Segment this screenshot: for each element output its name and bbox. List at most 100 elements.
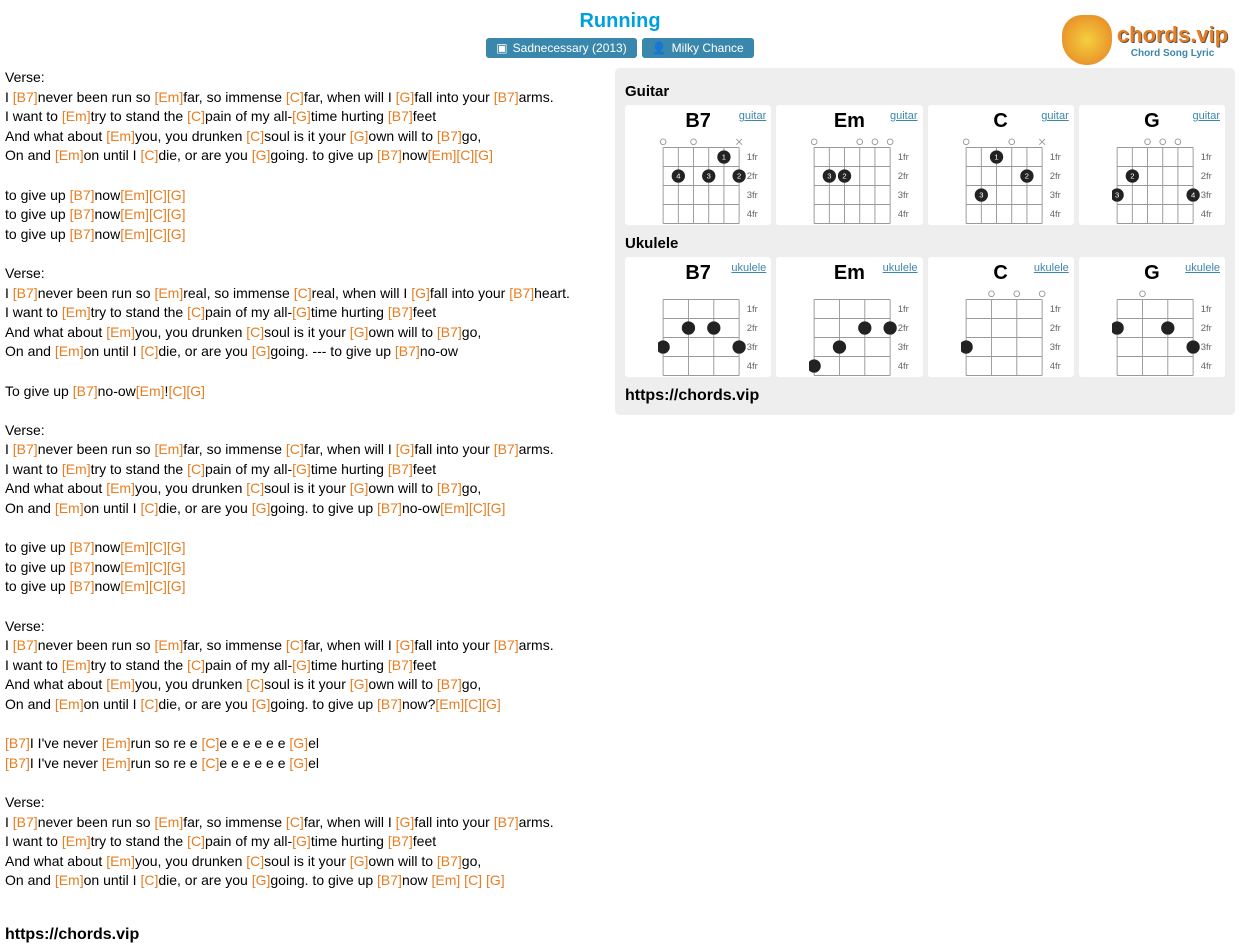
chord-token[interactable]: [C] — [201, 735, 219, 751]
chord-token[interactable]: [G] — [252, 500, 271, 516]
chord-token[interactable]: [Em] — [136, 383, 165, 399]
chord-token[interactable]: [B7] — [5, 735, 30, 751]
footer-url[interactable]: https://chords.vip — [5, 926, 1235, 944]
chord-token[interactable]: [Em][C][G] — [428, 147, 493, 163]
chord-token[interactable]: [Em] — [106, 128, 135, 144]
chord-token[interactable]: [Em] — [55, 343, 84, 359]
chord-token[interactable]: [Em] [C] [G] — [432, 872, 505, 888]
chord-token[interactable]: [B7] — [437, 853, 462, 869]
chord-token[interactable]: [Em] — [55, 872, 84, 888]
chord-token[interactable]: [C] — [246, 853, 264, 869]
chord-token[interactable]: [B7] — [388, 108, 413, 124]
chord-token[interactable]: [Em] — [154, 814, 183, 830]
chord-token[interactable]: [B7] — [494, 441, 519, 457]
chord-token[interactable]: [B7] — [509, 285, 534, 301]
chord-token[interactable]: [Em] — [154, 441, 183, 457]
chord-token[interactable]: [B7] — [377, 500, 402, 516]
chord-token[interactable]: [B7] — [494, 814, 519, 830]
chord-token[interactable]: [B7] — [494, 89, 519, 105]
chord-token[interactable]: [B7] — [437, 324, 462, 340]
chord-token[interactable]: [G] — [350, 676, 369, 692]
chord-token[interactable]: [B7] — [70, 539, 95, 555]
chord-token[interactable]: [Em] — [62, 108, 91, 124]
chord-token[interactable]: [B7] — [70, 559, 95, 575]
chord-token[interactable]: [B7] — [388, 461, 413, 477]
chord-token[interactable]: [B7] — [395, 343, 420, 359]
instrument-link[interactable]: ukulele — [731, 262, 766, 274]
chord-token[interactable]: [Em][C][G] — [120, 559, 185, 575]
chord-token[interactable]: [G] — [396, 814, 415, 830]
chord-token[interactable]: [Em] — [106, 676, 135, 692]
chord-token[interactable]: [B7] — [377, 147, 402, 163]
chord-token[interactable]: [C] — [140, 343, 158, 359]
chord-token[interactable]: [G] — [289, 735, 308, 751]
chord-token[interactable]: [G] — [252, 343, 271, 359]
chord-token[interactable]: [C][G] — [168, 383, 205, 399]
chord-token[interactable]: [B7] — [13, 814, 38, 830]
chord-token[interactable]: [Em] — [154, 285, 183, 301]
chord-token[interactable]: [C] — [246, 128, 264, 144]
chord-token[interactable]: [G] — [252, 147, 271, 163]
instrument-link[interactable]: guitar — [1041, 110, 1069, 122]
chord-token[interactable]: [G] — [292, 108, 311, 124]
chord-token[interactable]: [B7] — [5, 755, 30, 771]
chord-token[interactable]: [B7] — [377, 872, 402, 888]
chord-token[interactable]: [C] — [187, 657, 205, 673]
chord-token[interactable]: [Em][C][G] — [120, 578, 185, 594]
chord-token[interactable]: [Em] — [154, 89, 183, 105]
chord-token[interactable]: [B7] — [388, 304, 413, 320]
chord-token[interactable]: [Em] — [62, 657, 91, 673]
chord-token[interactable]: [Em][C][G] — [120, 539, 185, 555]
chord-token[interactable]: [G] — [289, 755, 308, 771]
site-url[interactable]: https://chords.vip — [625, 387, 1225, 405]
chord-token[interactable]: [C] — [187, 833, 205, 849]
chord-token[interactable]: [C] — [286, 814, 304, 830]
chord-token[interactable]: [C] — [140, 872, 158, 888]
chord-token[interactable]: [Em] — [102, 735, 131, 751]
chord-token[interactable]: [G] — [350, 480, 369, 496]
chord-token[interactable]: [Em] — [55, 696, 84, 712]
chord-token[interactable]: [G] — [411, 285, 430, 301]
chord-token[interactable]: [C] — [286, 89, 304, 105]
site-logo[interactable]: chords.vip Chord Song Lyric — [1055, 10, 1235, 70]
chord-token[interactable]: [B7] — [13, 637, 38, 653]
chord-token[interactable]: [B7] — [13, 285, 38, 301]
chord-token[interactable]: [B7] — [437, 676, 462, 692]
chord-token[interactable]: [Em] — [55, 147, 84, 163]
chord-token[interactable]: [Em] — [62, 461, 91, 477]
chord-token[interactable]: [B7] — [13, 441, 38, 457]
chord-token[interactable]: [C] — [201, 755, 219, 771]
chord-token[interactable]: [B7] — [437, 128, 462, 144]
chord-token[interactable]: [C] — [140, 147, 158, 163]
chord-token[interactable]: [Em][C][G] — [120, 187, 185, 203]
chord-token[interactable]: [Em] — [106, 853, 135, 869]
chord-token[interactable]: [C] — [294, 285, 312, 301]
instrument-link[interactable]: ukulele — [1034, 262, 1069, 274]
chord-token[interactable]: [B7] — [388, 833, 413, 849]
chord-token[interactable]: [B7] — [437, 480, 462, 496]
chord-token[interactable]: [G] — [350, 324, 369, 340]
chord-token[interactable]: [Em][C][G] — [120, 226, 185, 242]
album-badge[interactable]: ▣ Sadnecessary (2013) — [486, 38, 636, 58]
chord-token[interactable]: [G] — [396, 637, 415, 653]
chord-token[interactable]: [C] — [286, 637, 304, 653]
chord-token[interactable]: [C] — [246, 324, 264, 340]
chord-token[interactable]: [Em][C][G] — [120, 206, 185, 222]
chord-token[interactable]: [Em] — [55, 500, 84, 516]
instrument-link[interactable]: ukulele — [1185, 262, 1220, 274]
instrument-link[interactable]: guitar — [739, 110, 767, 122]
chord-token[interactable]: [Em] — [62, 833, 91, 849]
chord-token[interactable]: [B7] — [494, 637, 519, 653]
chord-token[interactable]: [Em] — [62, 304, 91, 320]
chord-token[interactable]: [C] — [246, 480, 264, 496]
chord-token[interactable]: [B7] — [73, 383, 98, 399]
chord-token[interactable]: [C] — [140, 696, 158, 712]
chord-token[interactable]: [G] — [292, 304, 311, 320]
chord-token[interactable]: [B7] — [377, 696, 402, 712]
chord-token[interactable]: [B7] — [388, 657, 413, 673]
chord-token[interactable]: [Em][C][G] — [435, 696, 500, 712]
chord-token[interactable]: [G] — [396, 89, 415, 105]
chord-token[interactable]: [B7] — [70, 187, 95, 203]
chord-token[interactable]: [B7] — [13, 89, 38, 105]
instrument-link[interactable]: guitar — [890, 110, 918, 122]
